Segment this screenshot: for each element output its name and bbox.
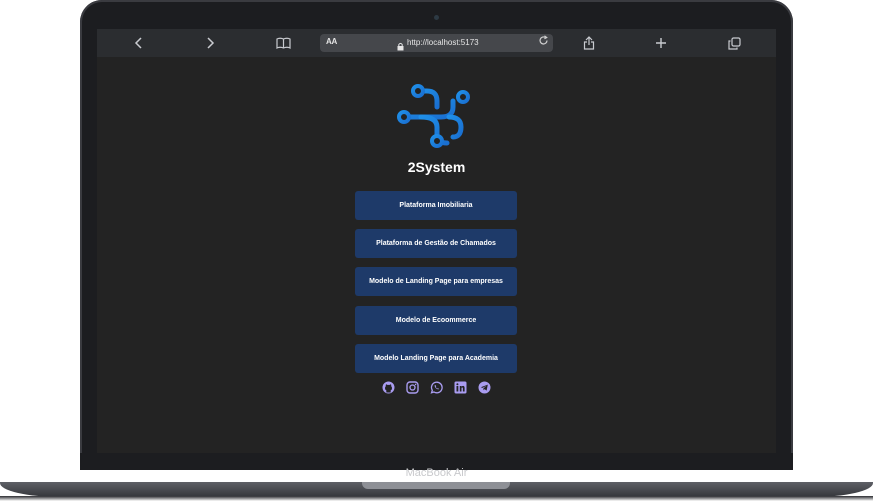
button-landing-academia[interactable]: Modelo Landing Page para Academia	[355, 344, 517, 373]
instagram-icon[interactable]	[406, 381, 419, 394]
browser-window: AA http://localhost:5173 2System Platafo…	[97, 29, 776, 453]
reload-icon[interactable]	[538, 35, 549, 49]
whatsapp-icon[interactable]	[430, 381, 443, 394]
button-ecommerce[interactable]: Modelo de Ecoommerce	[355, 306, 517, 335]
linkedin-icon[interactable]	[454, 381, 467, 394]
button-plataforma-imobiliaria[interactable]: Plataforma Imobiliaria	[355, 191, 517, 220]
camera	[434, 15, 439, 20]
github-icon[interactable]	[382, 381, 395, 394]
telegram-icon[interactable]	[478, 381, 491, 394]
text-size-button[interactable]: AA	[326, 37, 337, 46]
browser-toolbar: AA http://localhost:5173	[97, 29, 776, 57]
forward-icon[interactable]	[201, 35, 219, 51]
address-bar[interactable]: AA http://localhost:5173	[320, 34, 553, 52]
lock-icon	[397, 38, 404, 51]
button-gestao-chamados[interactable]: Plataforma de Gestão de Chamados	[355, 229, 517, 258]
device-label: MacBook Air	[405, 467, 468, 479]
social-links	[382, 381, 492, 395]
logo-icon	[397, 83, 475, 154]
url-text: http://localhost:5173	[407, 38, 479, 47]
laptop-notch	[362, 482, 510, 489]
back-icon[interactable]	[130, 35, 148, 51]
laptop-shadow	[0, 496, 873, 501]
bookmarks-icon[interactable]	[274, 35, 292, 51]
new-tab-icon[interactable]	[652, 35, 670, 51]
brand-title: 2System	[407, 159, 466, 175]
tabs-icon[interactable]	[725, 35, 743, 51]
button-landing-empresas[interactable]: Modelo de Landing Page para empresas	[355, 267, 517, 296]
share-icon[interactable]	[580, 35, 598, 51]
